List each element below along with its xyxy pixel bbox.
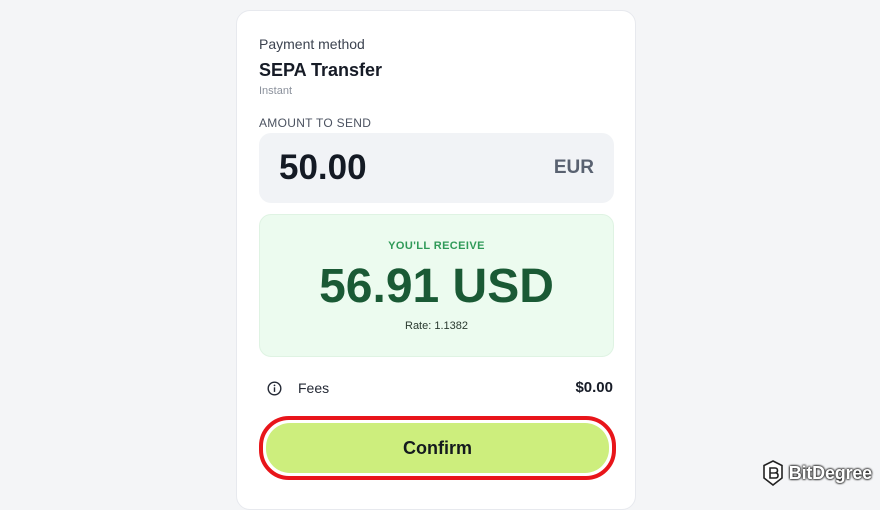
payment-method-speed: Instant	[259, 85, 293, 97]
confirm-highlight: Confirm	[259, 416, 616, 480]
fees-label: Fees	[298, 380, 330, 396]
receive-label: YOU'LL RECEIVE	[388, 240, 485, 252]
bitdegree-wordmark: BitDegree	[788, 462, 872, 483]
amount-label: AMOUNT TO SEND	[259, 116, 372, 130]
payment-card: Payment method SEPA Transfer Instant AMO…	[236, 10, 636, 510]
fees-row: Fees $0.00	[267, 378, 613, 400]
info-icon[interactable]	[267, 381, 282, 396]
payment-method-name: SEPA Transfer	[259, 60, 383, 80]
receive-amount: 56.91 USD	[319, 260, 554, 313]
bitdegree-logo-icon	[762, 460, 784, 487]
amount-currency: EUR	[553, 157, 594, 178]
fees-value: $0.00	[575, 379, 613, 396]
receive-panel: YOU'LL RECEIVE 56.91 USD Rate: 1.1382	[259, 214, 614, 357]
amount-input[interactable]: 50.00 EUR	[259, 133, 614, 203]
exchange-rate: Rate: 1.1382	[405, 320, 468, 332]
bitdegree-watermark: BitDegree	[762, 460, 872, 487]
confirm-button[interactable]: Confirm	[266, 423, 609, 473]
payment-method-label: Payment method	[259, 36, 365, 52]
amount-value[interactable]: 50.00	[279, 148, 367, 188]
